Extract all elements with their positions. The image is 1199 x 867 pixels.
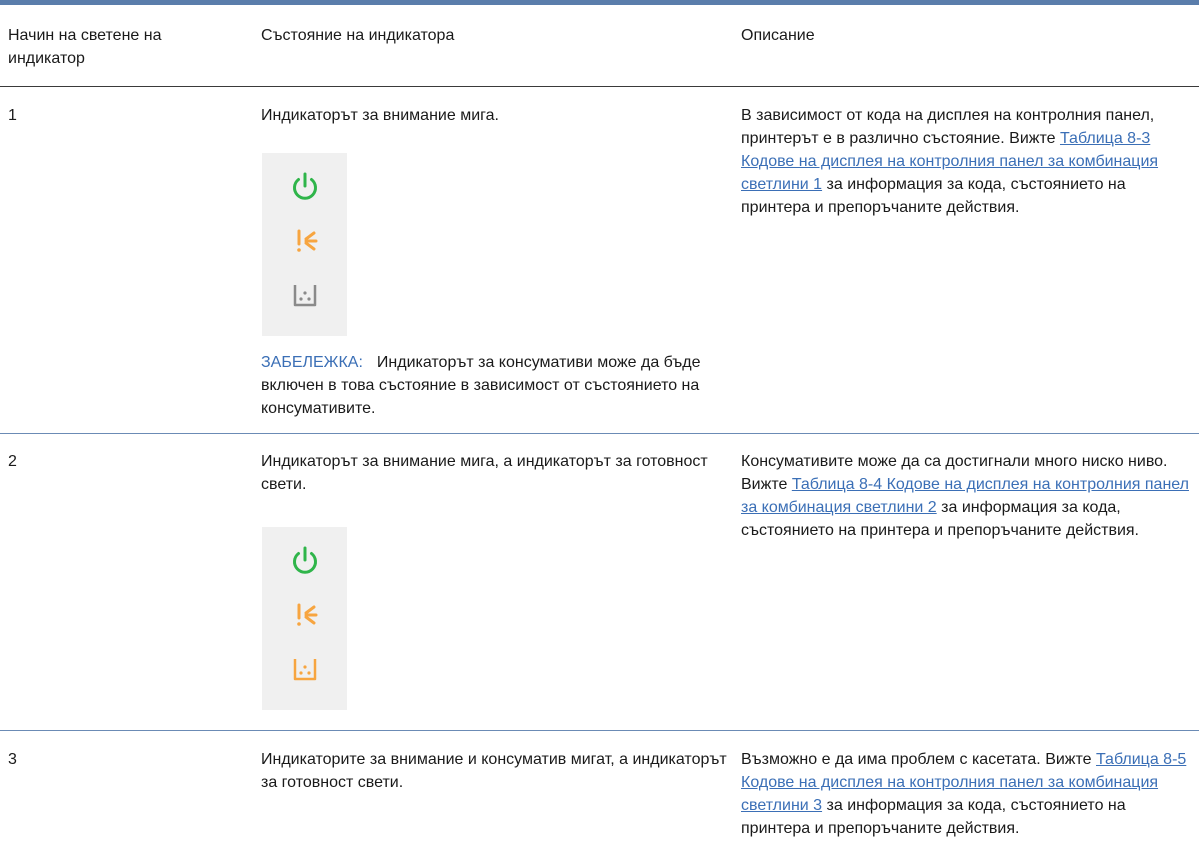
control-panel-lights-1 [262,153,347,336]
attention-icon [262,597,347,633]
row-3-desc-text: Възможно е да има проблем с касетата. Ви… [741,751,1096,768]
supplies-icon [262,651,347,687]
row-1-number: 1 [8,107,17,124]
row-1-description: В зависимост от кода на дисплея на контр… [741,104,1191,219]
power-icon [262,169,347,205]
row-2-state: Индикаторът за внимание мига, а индикато… [261,453,708,493]
attention-icon [262,223,347,259]
row-1-state: Индикаторът за внимание мига. [261,107,499,124]
header-indicator-state: Състояние на индикатора [261,27,455,44]
supplies-icon [262,277,347,313]
header-description: Описание [741,27,815,44]
note-label: ЗАБЕЛЕЖКА: [261,354,363,371]
table-top-border [0,0,1199,5]
header-light-pattern: Начин на светене на индикатор [8,27,162,67]
power-icon [262,543,347,579]
row-2-description: Консумативите може да са достигнали мног… [741,450,1191,542]
row-3-description: Възможно е да има проблем с касетата. Ви… [741,748,1191,840]
row-divider-2 [0,730,1199,731]
note: ЗАБЕЛЕЖКА: Индикаторът за консумативи мож… [261,351,741,420]
control-panel-lights-2 [262,527,347,710]
row-3-state: Индикаторите за внимание и консуматив ми… [261,751,727,791]
row-3-number: 3 [8,751,17,768]
header-divider [0,86,1199,87]
row-divider-1 [0,433,1199,434]
row-2-number: 2 [8,453,17,470]
